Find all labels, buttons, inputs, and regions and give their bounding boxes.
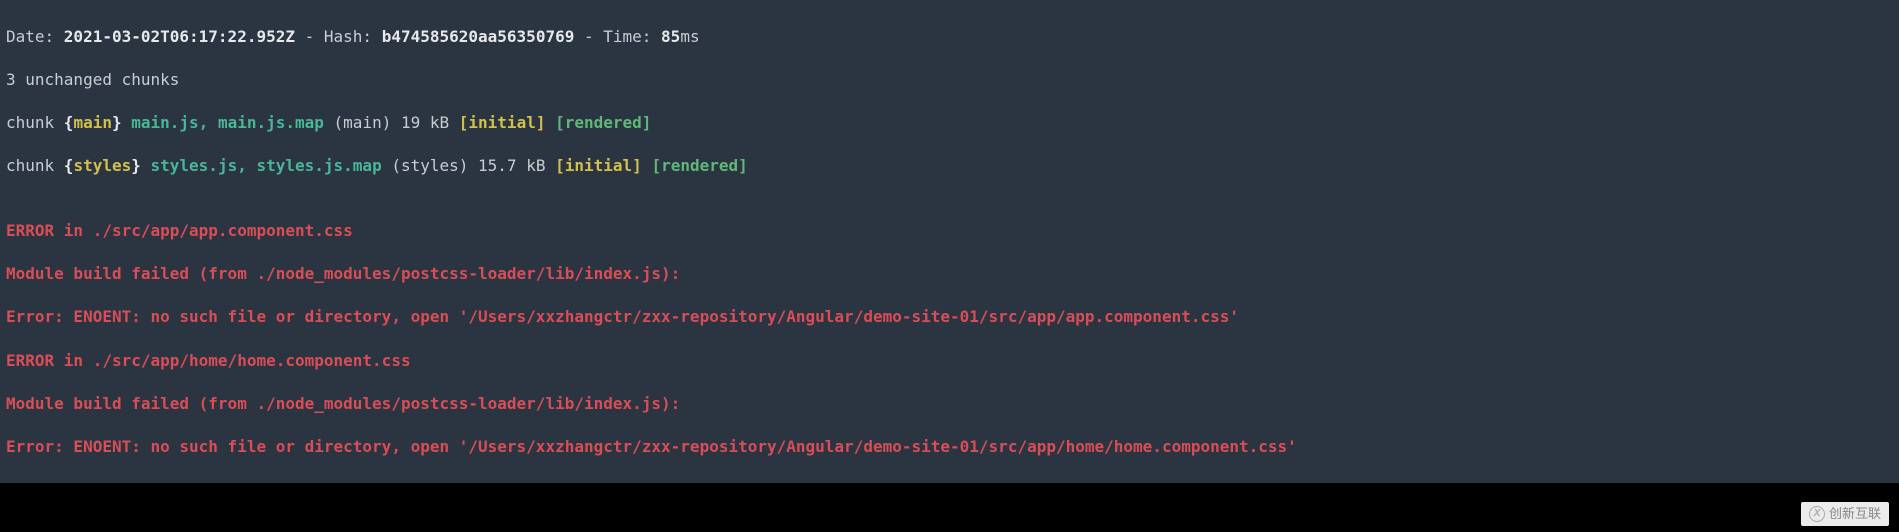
brace-close: }	[131, 156, 141, 175]
sep1: - Hash:	[295, 27, 382, 46]
build-header-line: Date: 2021-03-02T06:17:22.952Z - Hash: b…	[6, 26, 1893, 48]
brace-close: }	[112, 113, 122, 132]
brace-open: {	[64, 156, 74, 175]
error-line: Module build failed (from ./node_modules…	[6, 393, 1893, 415]
chunk-rendered: [rendered]	[555, 113, 651, 132]
date-label: Date:	[6, 27, 64, 46]
unchanged-chunks: 3 unchanged chunks	[6, 69, 1893, 91]
watermark-text: 创新互联	[1829, 505, 1881, 523]
chunk-line-styles: chunk {styles} styles.js, styles.js.map …	[6, 155, 1893, 177]
time-value: 85	[661, 27, 680, 46]
date-value: 2021-03-02T06:17:22.952Z	[64, 27, 295, 46]
chunk-meta: (main) 19 kB	[324, 113, 459, 132]
hash-value: b474585620aa56350769	[382, 27, 575, 46]
time-unit: ms	[680, 27, 699, 46]
chunk-rendered: [rendered]	[651, 156, 747, 175]
chunk-name: main	[73, 113, 112, 132]
error-line: ERROR in ./src/app/home/home.component.c…	[6, 350, 1893, 372]
chunk-prefix: chunk	[6, 156, 64, 175]
chunk-files: main.js, main.js.map	[122, 113, 324, 132]
terminal-output: Date: 2021-03-02T06:17:22.952Z - Hash: b…	[0, 0, 1899, 483]
error-line: Module build failed (from ./node_modules…	[6, 263, 1893, 285]
chunk-initial: [initial]	[459, 113, 546, 132]
error-line: ERROR in ./src/app/app.component.css	[6, 220, 1893, 242]
chunk-space	[642, 156, 652, 175]
sep2: - Time:	[574, 27, 661, 46]
chunk-files: styles.js, styles.js.map	[141, 156, 382, 175]
chunk-name: styles	[73, 156, 131, 175]
chunk-space	[545, 113, 555, 132]
error-line: Error: ENOENT: no such file or directory…	[6, 436, 1893, 458]
chunk-line-main: chunk {main} main.js, main.js.map (main)…	[6, 112, 1893, 134]
chunk-prefix: chunk	[6, 113, 64, 132]
error-line: Error: ENOENT: no such file or directory…	[6, 306, 1893, 328]
chunk-initial: [initial]	[555, 156, 642, 175]
chunk-meta: (styles) 15.7 kB	[382, 156, 555, 175]
watermark-badge: X 创新互联	[1801, 502, 1889, 526]
watermark-logo-icon: X	[1809, 506, 1825, 522]
brace-open: {	[64, 113, 74, 132]
